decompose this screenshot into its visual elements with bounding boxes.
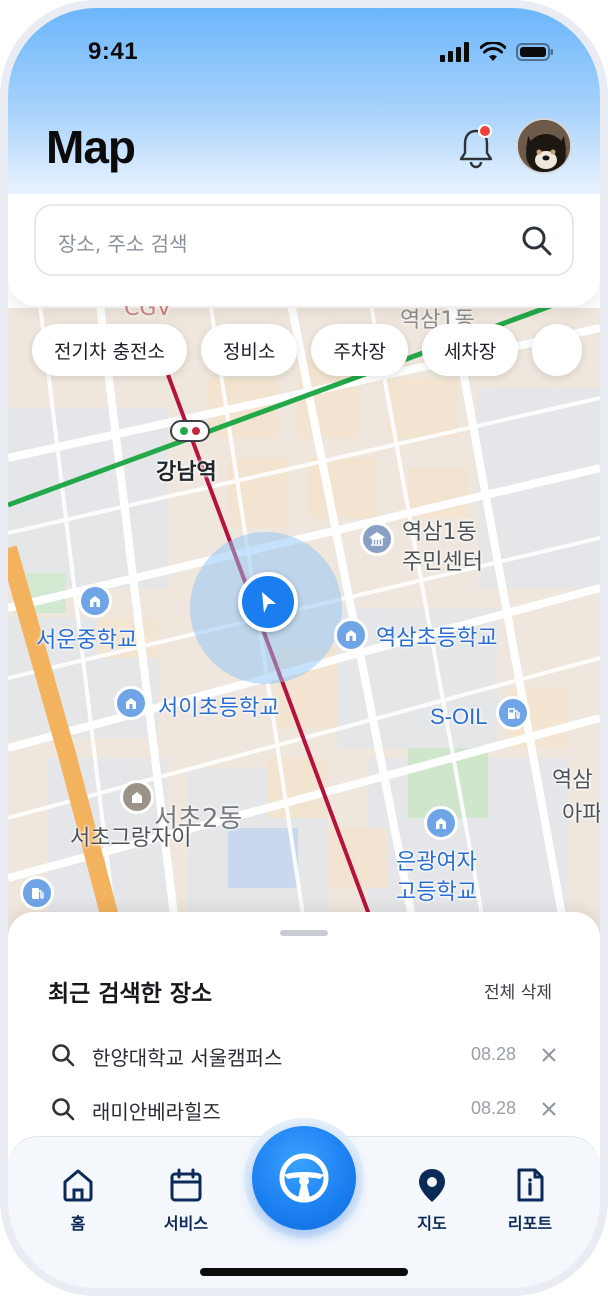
recent-item-date: 08.28 bbox=[470, 1044, 516, 1064]
map-label-school-eungwang-2: 고등학교 bbox=[396, 880, 477, 905]
school-icon-eungwang[interactable] bbox=[424, 806, 458, 840]
map-label-community-center-1: 역삼1동 bbox=[402, 520, 477, 545]
home-indicator[interactable] bbox=[200, 1268, 408, 1276]
nav-label-home: 홈 bbox=[70, 1214, 86, 1233]
gas-station-icon[interactable] bbox=[496, 696, 530, 730]
cellular-signal-icon bbox=[440, 42, 469, 62]
ev-charger-icon[interactable] bbox=[20, 876, 54, 910]
recent-search-title: 최근 검색한 장소 bbox=[48, 981, 213, 1007]
notification-badge bbox=[478, 124, 492, 138]
chip-car-wash[interactable]: 세차장 bbox=[421, 324, 519, 376]
map-label-seocho-grang: 서초그랑자이 bbox=[70, 826, 192, 851]
search-icon[interactable] bbox=[520, 224, 554, 258]
school-icon-seoun[interactable] bbox=[78, 584, 112, 618]
report-icon bbox=[517, 1168, 544, 1202]
subway-station-icon[interactable] bbox=[170, 420, 210, 442]
map-label-apt-yeoksam-1: 역삼 bbox=[552, 768, 593, 793]
nav-item-home[interactable]: 홈 bbox=[38, 1166, 118, 1236]
wifi-icon bbox=[480, 42, 506, 61]
phone-screen: CGV 역삼1동 강남역 역삼1동 주민센터 서운중학교 역삼초등학교 서이초등… bbox=[8, 8, 600, 1288]
map-label-soil: S-OIL bbox=[430, 704, 488, 729]
clear-all-button[interactable]: 전체 삭제 bbox=[484, 978, 552, 1003]
status-bar: 9:41 bbox=[8, 38, 600, 70]
search-bar[interactable]: 장소, 주소 검색 bbox=[34, 204, 574, 276]
map-label-school-seoun: 서운중학교 bbox=[36, 628, 138, 653]
search-input[interactable]: 장소, 주소 검색 bbox=[58, 228, 187, 257]
list-item[interactable]: 한양대학교 서울캠퍼스 08.28 bbox=[48, 1036, 560, 1076]
nav-item-report[interactable]: 리포트 bbox=[490, 1166, 570, 1236]
community-center-icon[interactable] bbox=[360, 522, 394, 556]
chip-repair-shop[interactable]: 정비소 bbox=[200, 324, 298, 376]
chip-more[interactable] bbox=[532, 324, 583, 376]
map-label-school-eungwang-1: 은광여자 bbox=[396, 850, 477, 875]
nav-label-service: 서비스 bbox=[163, 1214, 209, 1233]
map-label-school-seoi: 서이초등학교 bbox=[158, 696, 280, 721]
calendar-icon bbox=[170, 1168, 202, 1202]
home-icon bbox=[63, 1169, 93, 1202]
chip-parking[interactable]: 주차장 bbox=[311, 324, 408, 376]
recent-item-name: 래미안베라힐즈 bbox=[92, 1100, 221, 1124]
school-icon-seoi[interactable] bbox=[114, 686, 148, 720]
map-label-school-yeoksam: 역삼초등학교 bbox=[376, 626, 498, 651]
nav-label-map: 지도 bbox=[417, 1214, 447, 1233]
category-chips: 전기차 충전소 정비소 주차장 세차장 bbox=[32, 324, 583, 376]
map-label-community-center-2: 주민센터 bbox=[402, 550, 483, 575]
avatar[interactable] bbox=[516, 118, 572, 174]
recent-item-date: 08.28 bbox=[470, 1098, 516, 1118]
navigation-arrow-icon bbox=[262, 592, 276, 613]
close-icon[interactable] bbox=[538, 1044, 560, 1066]
search-icon bbox=[52, 1098, 75, 1121]
device-frame: CGV 역삼1동 강남역 역삼1동 주민센터 서운중학교 역삼초등학교 서이초등… bbox=[0, 0, 608, 1296]
battery-icon bbox=[516, 43, 553, 61]
map-pin-icon bbox=[419, 1169, 445, 1202]
apartment-icon[interactable] bbox=[120, 780, 154, 814]
current-location-marker[interactable] bbox=[238, 572, 298, 632]
page-title: Map bbox=[46, 121, 136, 173]
status-time: 9:41 bbox=[88, 38, 139, 65]
drive-button[interactable] bbox=[252, 1126, 356, 1230]
school-icon-yeoksam[interactable] bbox=[334, 618, 368, 652]
nav-item-service[interactable]: 서비스 bbox=[146, 1166, 226, 1236]
sheet-handle[interactable] bbox=[280, 930, 328, 936]
nav-item-map[interactable]: 지도 bbox=[392, 1166, 472, 1236]
chip-ev-charging[interactable]: 전기차 충전소 bbox=[32, 324, 187, 376]
search-icon bbox=[52, 1044, 75, 1067]
map-label-apt-yeoksam-2: 아파 bbox=[562, 802, 600, 827]
map-label-station[interactable]: 강남역 bbox=[156, 454, 217, 486]
nav-label-report: 리포트 bbox=[507, 1214, 553, 1233]
recent-item-name: 한양대학교 서울캠퍼스 bbox=[92, 1046, 283, 1070]
close-icon[interactable] bbox=[538, 1098, 560, 1120]
steering-wheel-icon bbox=[279, 1153, 329, 1203]
